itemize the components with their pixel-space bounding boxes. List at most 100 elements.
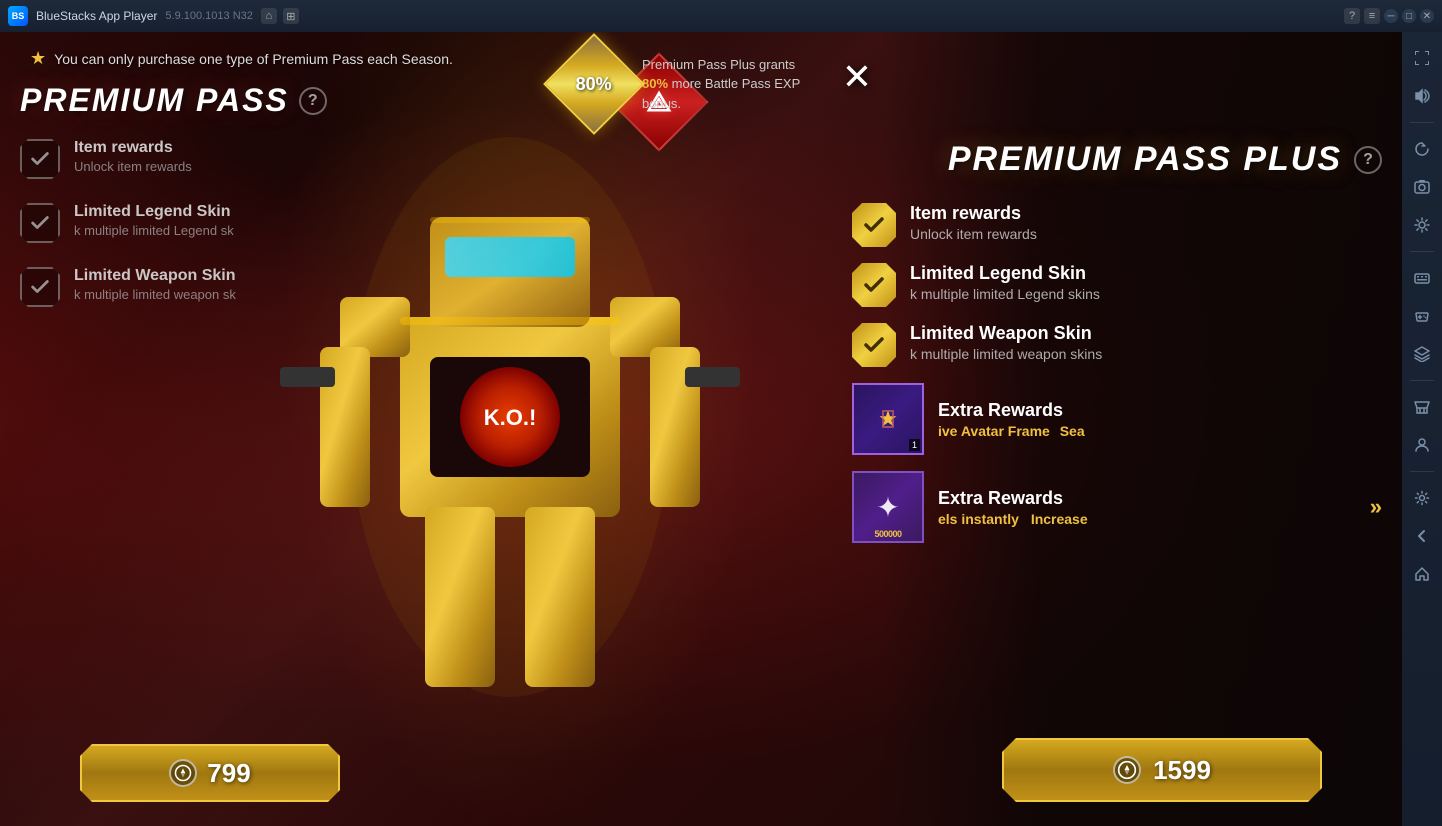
rotate-icon xyxy=(1414,141,1430,157)
level-boost-number: 500000 xyxy=(874,529,901,539)
extra-reward-1-desc-suffix: Sea xyxy=(1060,423,1085,439)
ppp-feature-title-2: Limited Legend Skin xyxy=(910,263,1382,284)
notice-star-icon: ★ xyxy=(30,48,46,69)
sidebar-icon-settings-gear[interactable] xyxy=(1406,482,1438,514)
pp-feature-item-3: Limited Weapon Skin k multiple limited w… xyxy=(20,267,440,307)
ppp-price-amount: 1599 xyxy=(1153,755,1211,786)
sidebar-icon-screenshot[interactable] xyxy=(1406,171,1438,203)
right-sidebar xyxy=(1402,32,1442,826)
pp-feature-desc-1: Unlock item rewards xyxy=(74,159,440,174)
close-button[interactable]: ✕ xyxy=(832,52,882,102)
pp-feature-checkbox-2 xyxy=(20,203,60,243)
extra-reward-2-text: Extra Rewards els instantly Increase xyxy=(938,488,1356,527)
pp-feature-title-2: Limited Legend Skin xyxy=(74,203,440,221)
exp-bonus-description: Premium Pass Plus grants 80% more Battle… xyxy=(642,55,842,114)
exp-bonus-diamond: 80% xyxy=(543,33,645,135)
ppp-checkmark-2 xyxy=(862,273,886,297)
pp-feature-checkbox-1 xyxy=(20,139,60,179)
ppp-feature-text-1: Item rewards Unlock item rewards xyxy=(910,203,1382,242)
avatar-frame-thumbnail: ★ 1 xyxy=(852,383,924,455)
pp-feature-item-1: Item rewards Unlock item rewards xyxy=(20,139,440,179)
ppp-feature-checkbox-2 xyxy=(852,263,896,307)
sidebar-icon-store[interactable] xyxy=(1406,391,1438,423)
title-bar-nav-icons: ⌂ ⊞ xyxy=(261,8,299,24)
ppp-help-button[interactable]: ? xyxy=(1354,146,1382,174)
maximize-button[interactable]: □ xyxy=(1402,9,1416,23)
game-area: ★ You can only purchase one type of Prem… xyxy=(0,32,1402,826)
sidebar-divider-3 xyxy=(1410,380,1434,381)
sidebar-divider-1 xyxy=(1410,122,1434,123)
sidebar-icon-layers[interactable] xyxy=(1406,338,1438,370)
sidebar-icon-user[interactable] xyxy=(1406,429,1438,461)
layers-icon xyxy=(1414,346,1430,362)
badge-highlight: 80% xyxy=(642,76,668,91)
ppp-feature-text-2: Limited Legend Skin k multiple limited L… xyxy=(910,263,1382,302)
extra-reward-1-title: Extra Rewards xyxy=(938,400,1382,421)
gear-icon xyxy=(1414,490,1430,506)
ppp-apex-coin-svg xyxy=(1117,760,1137,780)
title-bar: BS BlueStacks App Player 5.9.100.1013 N3… xyxy=(0,0,1442,32)
badge-desc-prefix: Premium Pass Plus grants xyxy=(642,57,795,72)
exp-bonus-badge-container: 80% Premium Pass Plus grants 80% more Ba… xyxy=(558,48,842,120)
help-button[interactable]: ? xyxy=(1344,8,1360,24)
user-icon xyxy=(1414,437,1430,453)
premium-pass-plus-buy-button[interactable]: 1599 xyxy=(1002,738,1322,802)
premium-pass-title-row: PREMIUM PASS ? xyxy=(20,82,440,119)
app-logo: BS xyxy=(8,6,28,26)
notice-bar: ★ You can only purchase one type of Prem… xyxy=(30,48,453,69)
minimize-button[interactable]: ─ xyxy=(1384,9,1398,23)
sidebar-icon-rotate[interactable] xyxy=(1406,133,1438,165)
close-window-button[interactable]: ✕ xyxy=(1420,9,1434,23)
app-version: 5.9.100.1013 N32 xyxy=(165,10,252,22)
sidebar-icon-back[interactable] xyxy=(1406,520,1438,552)
ppp-feature-item-2: Limited Legend Skin k multiple limited L… xyxy=(852,263,1382,307)
ppp-extra-reward-1: ★ 1 Extra Rewards ive Avatar Frame Sea xyxy=(852,383,1382,455)
gamepad-icon xyxy=(1414,308,1430,324)
exp-bonus-percent: 80% xyxy=(576,74,612,95)
premium-pass-plus-panel: PREMIUM PASS PLUS ? Item rewards Unlock … xyxy=(852,132,1382,543)
checkmark-icon-1 xyxy=(29,148,51,170)
extra-reward-1-text: Extra Rewards ive Avatar Frame Sea xyxy=(938,400,1382,439)
premium-pass-buy-button[interactable]: 799 xyxy=(80,744,340,802)
extra-reward-1-sub: ive Avatar Frame Sea xyxy=(938,423,1382,439)
sidebar-icon-home[interactable] xyxy=(1406,558,1438,590)
screenshot-icon xyxy=(1414,179,1430,195)
frame-border xyxy=(882,410,894,428)
menu-button[interactable]: ≡ xyxy=(1364,8,1380,24)
pp-feature-item-2: Limited Legend Skin k multiple limited L… xyxy=(20,203,440,243)
sidebar-icon-gamepad[interactable] xyxy=(1406,300,1438,332)
ppp-feature-text-3: Limited Weapon Skin k multiple limited w… xyxy=(910,323,1382,362)
ppp-extra-reward-2: ✦ 500000 Extra Rewards els instantly Inc… xyxy=(852,471,1382,543)
level-boost-inner: ✦ 500000 xyxy=(854,473,922,541)
multi-instance-icon[interactable]: ⊞ xyxy=(283,8,299,24)
pp-apex-coin-svg xyxy=(174,764,192,782)
ppp-feature-item-1: Item rewards Unlock item rewards xyxy=(852,203,1382,247)
fullscreen-icon xyxy=(1414,50,1430,66)
ppp-feature-list: Item rewards Unlock item rewards Limited… xyxy=(852,203,1382,543)
title-bar-left: BS BlueStacks App Player 5.9.100.1013 N3… xyxy=(8,6,299,26)
settings-icon xyxy=(1414,217,1430,233)
home-nav-icon[interactable]: ⌂ xyxy=(261,8,277,24)
extra-reward-1-desc-prefix: ive Avatar Frame xyxy=(938,423,1050,439)
back-icon xyxy=(1414,528,1430,544)
pp-feature-text-1: Item rewards Unlock item rewards xyxy=(74,139,440,174)
increase-arrow-icon: » xyxy=(1370,494,1382,520)
sidebar-icon-fullscreen[interactable] xyxy=(1406,42,1438,74)
sidebar-divider-2 xyxy=(1410,251,1434,252)
sidebar-icon-keyboard[interactable] xyxy=(1406,262,1438,294)
premium-pass-title: PREMIUM PASS xyxy=(20,82,289,119)
premium-pass-help-button[interactable]: ? xyxy=(299,87,327,115)
sidebar-icon-volume[interactable] xyxy=(1406,80,1438,112)
ppp-title: PREMIUM PASS PLUS xyxy=(948,140,1342,179)
ppp-feature-checkbox-3 xyxy=(852,323,896,367)
sidebar-icon-settings[interactable] xyxy=(1406,209,1438,241)
ppp-feature-desc-1: Unlock item rewards xyxy=(910,226,1382,242)
avatar-frame-inner: ★ xyxy=(878,406,898,432)
ppp-feature-title-3: Limited Weapon Skin xyxy=(910,323,1382,344)
checkmark-icon-3 xyxy=(29,276,51,298)
pp-feature-text-2: Limited Legend Skin k multiple limited L… xyxy=(74,203,440,238)
app-title: BlueStacks App Player xyxy=(36,9,157,23)
window-controls: ? ≡ ─ □ ✕ xyxy=(1344,8,1434,24)
premium-pass-features: Item rewards Unlock item rewards Limited… xyxy=(20,139,440,307)
premium-pass-panel: PREMIUM PASS ? Item rewards Unlock item … xyxy=(20,82,440,307)
